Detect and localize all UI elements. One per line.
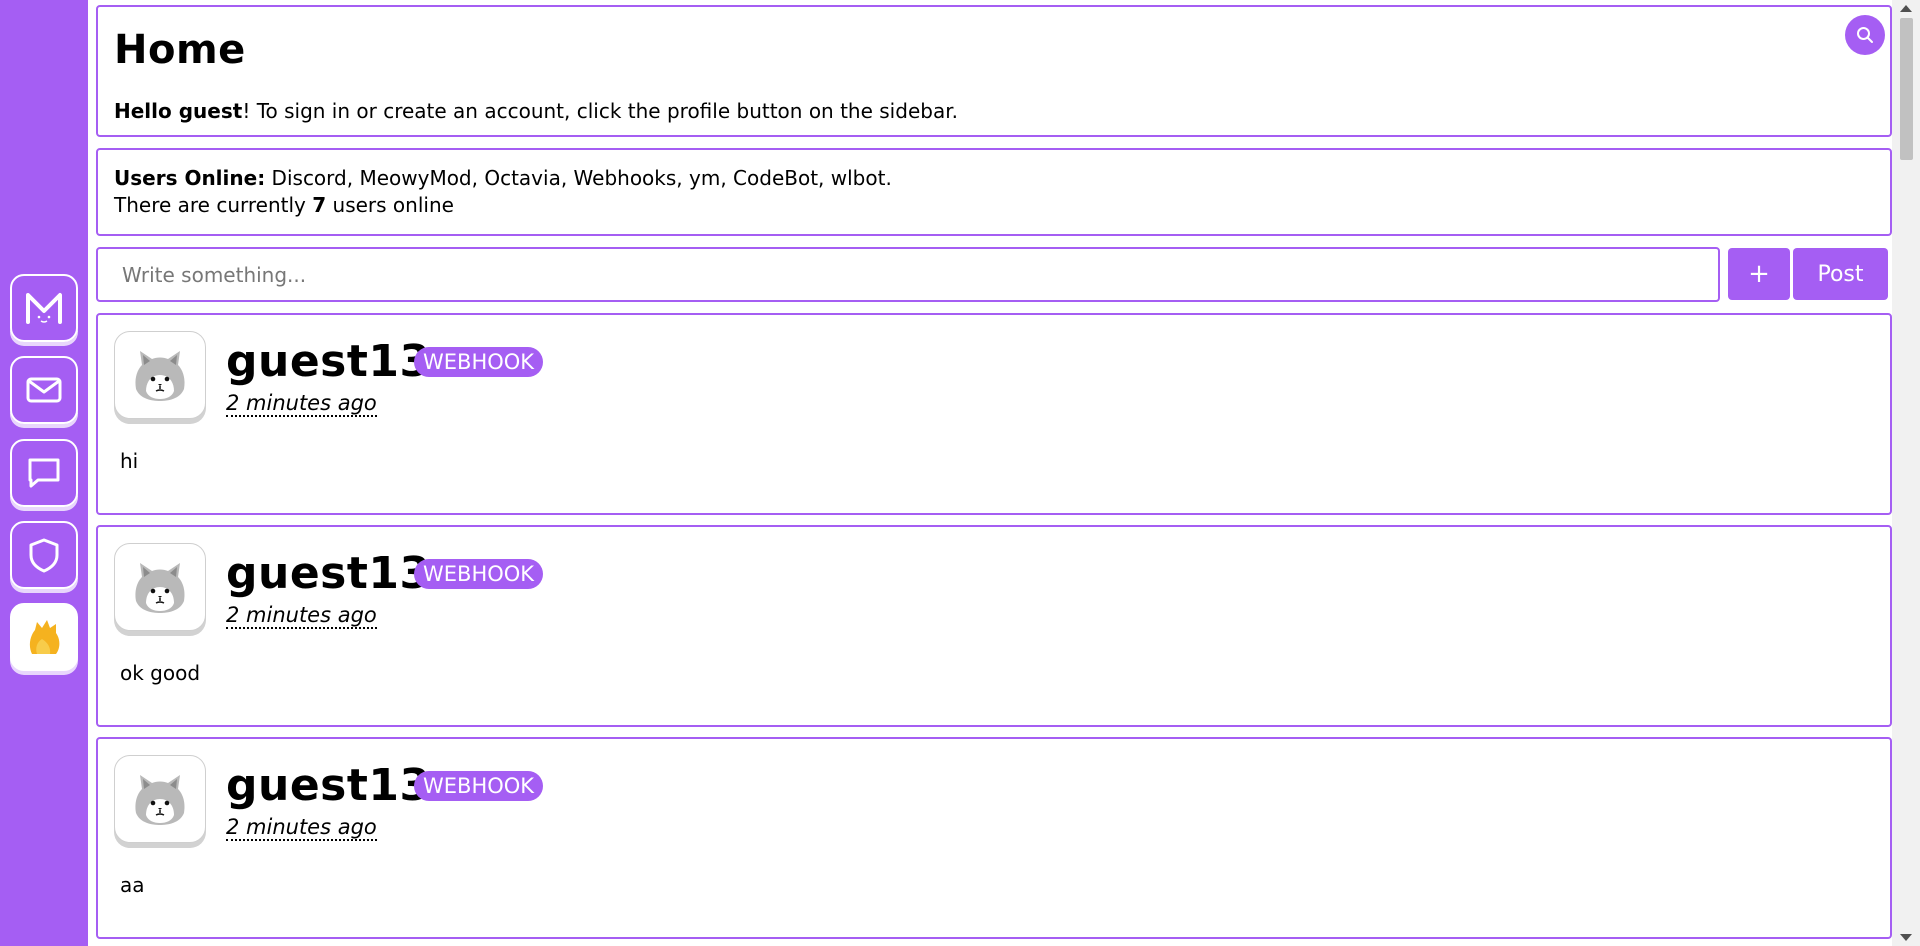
post-timestamp: 2 minutes ago (226, 815, 377, 841)
cat-avatar-icon (135, 563, 185, 613)
attach-button[interactable]: + (1728, 248, 1790, 300)
post-timestamp: 2 minutes ago (226, 391, 377, 417)
webhook-badge: WEBHOOK (414, 559, 544, 589)
chat-button[interactable] (10, 439, 78, 507)
post-username[interactable]: guest13 (226, 337, 431, 387)
webhook-badge: WEBHOOK (414, 347, 544, 377)
messages-button[interactable] (10, 356, 78, 424)
search-button[interactable] (1845, 15, 1885, 55)
online-count: 7 (312, 193, 327, 217)
post-button[interactable]: Post (1793, 248, 1888, 300)
post-username[interactable]: guest13 (226, 761, 431, 811)
greeting-text: ! To sign in or create an account, click… (242, 99, 958, 123)
post-username[interactable]: guest13 (226, 549, 431, 599)
post-card: guest13 WEBHOOK 2 minutes ago ok good (96, 525, 1892, 727)
post-body: aa (120, 873, 145, 897)
search-icon (1857, 27, 1873, 43)
shield-icon (29, 538, 59, 573)
scrollbar[interactable] (1892, 0, 1920, 946)
users-online-card: Users Online: Discord, MeowyMod, Octavia… (96, 148, 1892, 236)
chat-icon (28, 458, 60, 488)
count-prefix: There are currently (114, 193, 313, 217)
webhook-badge: WEBHOOK (414, 771, 544, 801)
avatar[interactable] (114, 755, 206, 843)
profile-button[interactable] (10, 603, 78, 671)
greeting-bold: Hello guest (114, 99, 243, 123)
home-header-card: Home Hello guest! To sign in or create a… (96, 5, 1892, 137)
post-card: guest13 WEBHOOK 2 minutes ago hi (96, 313, 1892, 515)
scroll-down-icon[interactable] (1900, 934, 1912, 941)
scroll-thumb[interactable] (1900, 18, 1913, 160)
moderation-button[interactable] (10, 521, 78, 589)
main-content: Home Hello guest! To sign in or create a… (96, 0, 1892, 946)
post-card: guest13 WEBHOOK 2 minutes ago aa (96, 737, 1892, 939)
page-title: Home (114, 27, 246, 73)
users-online-list: Users Online: Discord, MeowyMod, Octavia… (114, 166, 892, 190)
home-button[interactable] (10, 274, 78, 342)
meowy-logo-icon (26, 293, 62, 324)
avatar[interactable] (114, 331, 206, 419)
users-online-label: Users Online: (114, 166, 266, 190)
users-online-count: There are currently 7 users online (114, 193, 454, 217)
cat-avatar-icon (135, 351, 185, 401)
avatar[interactable] (114, 543, 206, 631)
post-input[interactable] (96, 247, 1720, 302)
mail-icon (26, 377, 62, 403)
cat-avatar-icon (135, 775, 185, 825)
sidebar (0, 0, 88, 946)
post-timestamp: 2 minutes ago (226, 603, 377, 629)
guest-greeting: Hello guest! To sign in or create an acc… (114, 99, 958, 123)
post-body: hi (120, 449, 139, 473)
users-online-names: Discord, MeowyMod, Octavia, Webhooks, ym… (265, 166, 892, 190)
scroll-up-icon[interactable] (1900, 5, 1912, 12)
post-body: ok good (120, 661, 201, 685)
profile-icon (29, 620, 60, 654)
count-suffix: users online (326, 193, 454, 217)
